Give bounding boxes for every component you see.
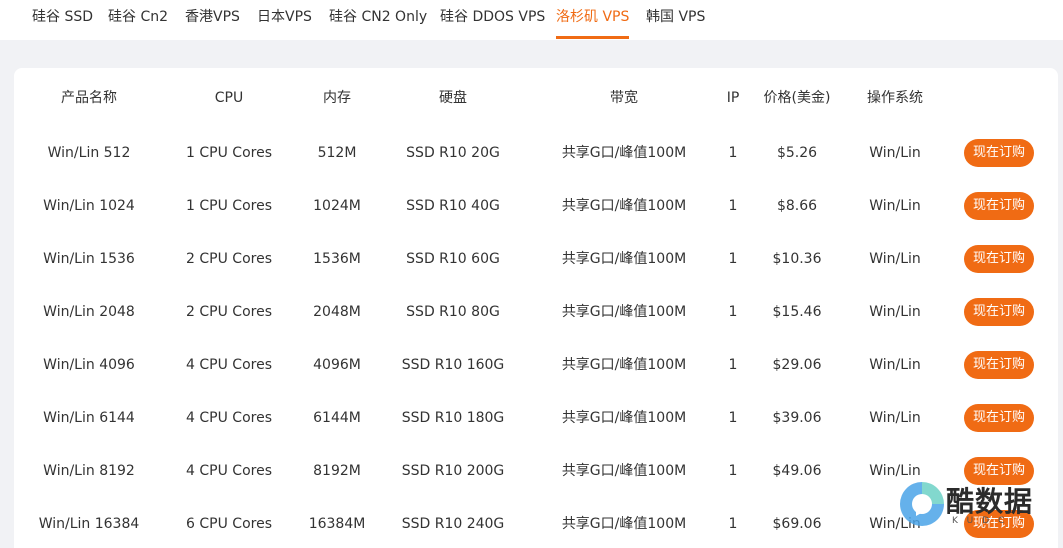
cell-bandwidth: 共享G口/峰值100M [561,463,687,479]
tab-7[interactable]: 韩国 VPS [646,0,705,40]
cell-cpu: 2 CPU Cores [186,304,272,320]
cell-product-name: Win/Lin 512 [47,145,131,161]
header-product-name: 产品名称 [61,90,117,106]
order-now-button[interactable]: 现在订购 [964,404,1034,432]
cell-memory: 2048M [313,304,361,320]
header-memory: 内存 [323,90,351,106]
watermark-logo: 酷数据 KUDC [896,478,1056,534]
cell-os: Win/Lin [869,304,921,320]
tab-0[interactable]: 硅谷 SSD [32,0,93,40]
cell-cpu: 4 CPU Cores [186,410,272,426]
cell-disk: SSD R10 240G [401,516,505,532]
header-cpu: CPU [214,90,244,106]
cell-bandwidth: 共享G口/峰值100M [561,198,687,214]
cell-bandwidth: 共享G口/峰值100M [561,304,687,320]
cell-disk: SSD R10 20G [406,145,500,161]
cell-bandwidth: 共享G口/峰值100M [561,357,687,373]
cell-ip: 1 [728,516,738,532]
cell-ip: 1 [728,251,738,267]
tab-6[interactable]: 洛杉矶 VPS [556,0,630,40]
header-price: 价格(美金) [763,90,831,106]
cell-cpu: 2 CPU Cores [186,251,272,267]
cell-bandwidth: 共享G口/峰值100M [561,410,687,426]
cell-cpu: 4 CPU Cores [186,463,272,479]
cell-disk: SSD R10 160G [401,357,505,373]
cell-price: $39.06 [772,410,822,426]
cell-cpu: 4 CPU Cores [186,357,272,373]
cell-memory: 4096M [313,357,361,373]
header-bandwidth: 带宽 [610,90,638,106]
cell-memory: 6144M [313,410,361,426]
cell-cpu: 1 CPU Cores [186,145,272,161]
cell-product-name: Win/Lin 1024 [43,198,135,214]
cell-price: $49.06 [772,463,822,479]
cell-ip: 1 [728,410,738,426]
cell-ip: 1 [728,198,738,214]
cell-disk: SSD R10 200G [401,463,505,479]
cell-memory: 512M [317,145,357,161]
tab-1[interactable]: 硅谷 Cn2 [108,0,168,40]
header-os: 操作系统 [867,90,923,106]
cell-cpu: 6 CPU Cores [186,516,272,532]
cell-bandwidth: 共享G口/峰值100M [561,145,687,161]
cell-ip: 1 [728,145,738,161]
cell-os: Win/Lin [869,251,921,267]
pricing-table-card: 产品名称 CPU 内存 硬盘 带宽 IP 价格(美金) 操作系统 Win/Lin 512 1 CP… [14,68,1058,548]
watermark-subtext: KUDC [952,516,1014,526]
tab-5[interactable]: 硅谷 DDOS VPS [440,0,545,40]
cell-price: $29.06 [772,357,822,373]
cell-os: Win/Lin [869,357,921,373]
cell-disk: SSD R10 60G [406,251,500,267]
cell-bandwidth: 共享G口/峰值100M [561,251,687,267]
order-now-button[interactable]: 现在订购 [964,298,1034,326]
order-now-button[interactable]: 现在订购 [964,139,1034,167]
cell-os: Win/Lin [869,145,921,161]
cell-price: $69.06 [772,516,822,532]
category-tab-bar: 硅谷 SSD 硅谷 Cn2 香港VPS 日本VPS 硅谷 CN2 Only 硅谷 DDOS… [0,0,1063,40]
cell-disk: SSD R10 180G [401,410,505,426]
cell-os: Win/Lin [869,198,921,214]
cell-price: $10.36 [772,251,822,267]
cell-ip: 1 [728,357,738,373]
kudc-logo-icon [900,482,944,526]
order-now-button[interactable]: 现在订购 [964,192,1034,220]
cell-bandwidth: 共享G口/峰值100M [561,516,687,532]
cell-ip: 1 [728,463,738,479]
cell-price: $5.26 [776,145,818,161]
header-ip: IP [726,90,740,106]
cell-os: Win/Lin [869,410,921,426]
tab-3[interactable]: 日本VPS [257,0,312,40]
watermark-text: 酷数据 [946,485,1034,518]
cell-product-name: Win/Lin 1536 [43,251,135,267]
cell-ip: 1 [728,304,738,320]
cell-memory: 1024M [313,198,361,214]
cell-memory: 16384M [308,516,366,532]
cell-disk: SSD R10 80G [406,304,500,320]
header-disk: 硬盘 [439,90,467,106]
order-now-button[interactable]: 现在订购 [964,351,1034,379]
cell-product-name: Win/Lin 6144 [43,410,135,426]
cell-memory: 8192M [313,463,361,479]
cell-disk: SSD R10 40G [406,198,500,214]
cell-price: $8.66 [776,198,818,214]
tab-4[interactable]: 硅谷 CN2 Only [329,0,427,40]
cell-price: $15.46 [772,304,822,320]
cell-memory: 1536M [313,251,361,267]
cell-product-name: Win/Lin 4096 [43,357,135,373]
cell-product-name: Win/Lin 8192 [43,463,135,479]
order-now-button[interactable]: 现在订购 [964,245,1034,273]
cell-cpu: 1 CPU Cores [186,198,272,214]
cell-product-name: Win/Lin 16384 [38,516,140,532]
tab-2[interactable]: 香港VPS [185,0,240,40]
cell-product-name: Win/Lin 2048 [43,304,135,320]
